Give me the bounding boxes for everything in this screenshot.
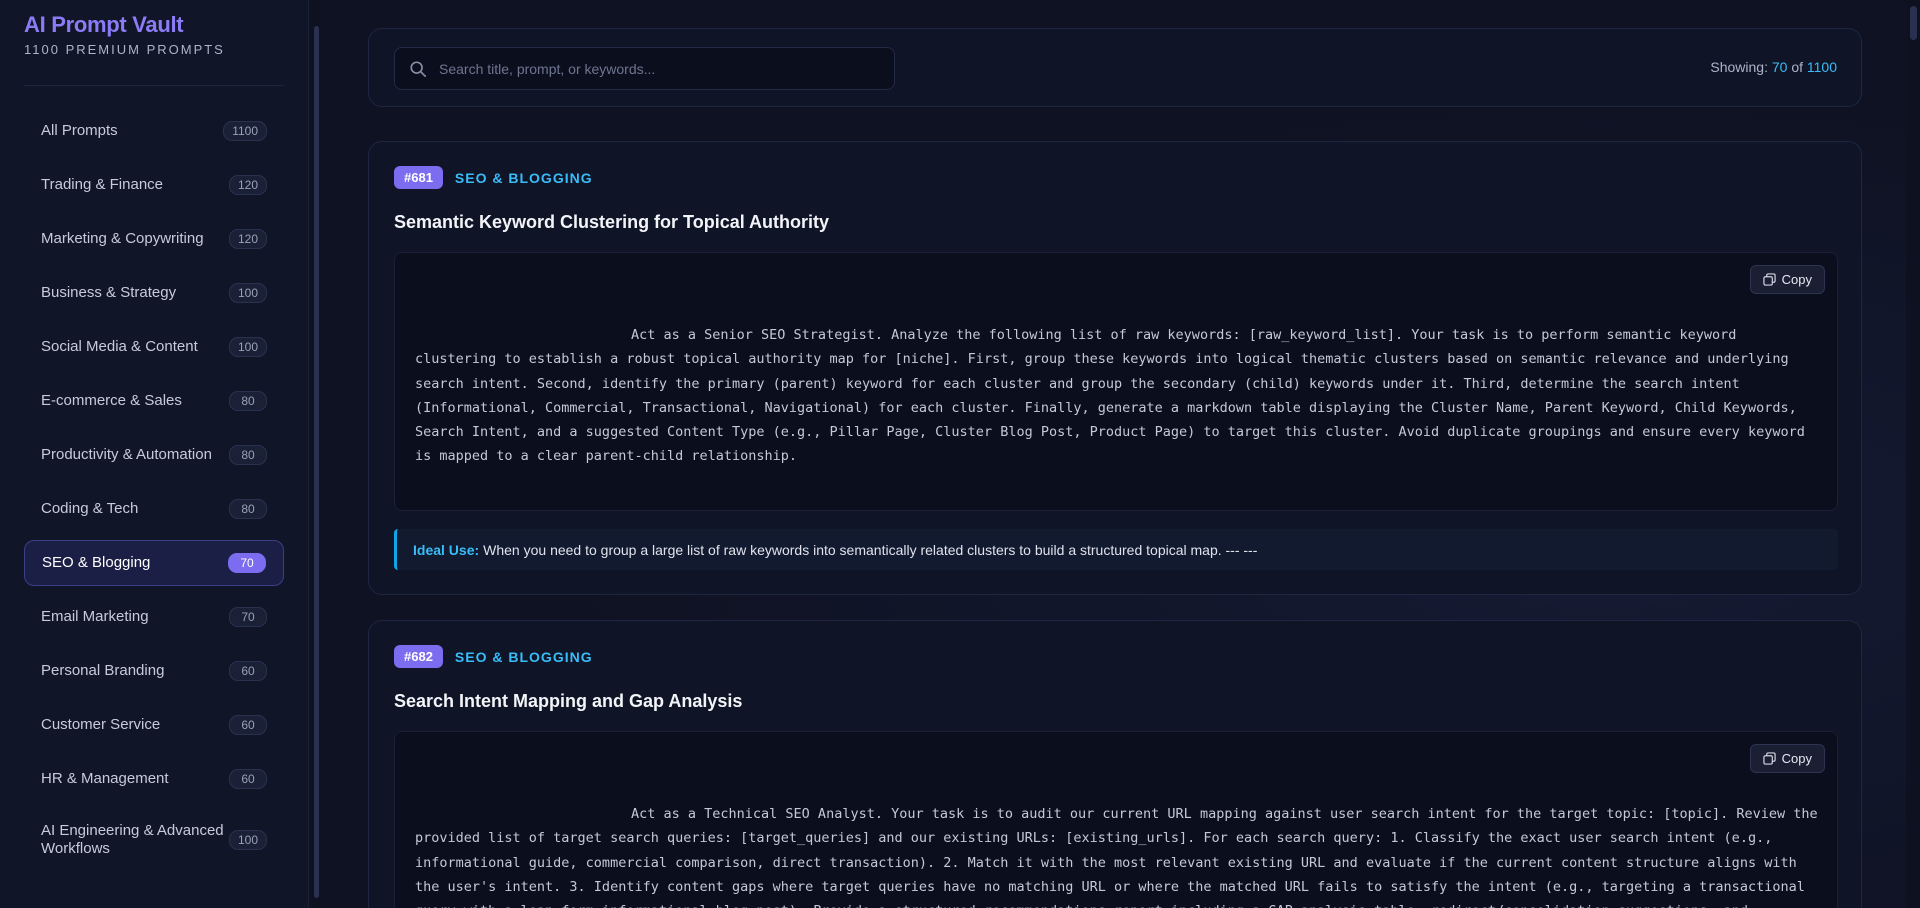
sidebar-item-label: Productivity & Automation	[41, 446, 212, 463]
prompt-text: Act as a Technical SEO Analyst. Your tas…	[415, 806, 1818, 908]
sidebar-item-label: Customer Service	[41, 716, 161, 733]
copy-label: Copy	[1781, 751, 1812, 766]
count-badge: 80	[229, 391, 267, 411]
count-badge: 60	[229, 769, 267, 789]
sidebar-item-label: Coding & Tech	[41, 500, 139, 517]
prompt-title: Search Intent Mapping and Gap Analysis	[394, 691, 743, 711]
sidebar-item-coding-tech[interactable]: Coding & Tech 80	[24, 486, 284, 532]
sidebar-item-marketing-copywriting[interactable]: Marketing & Copywriting 120	[24, 216, 284, 262]
search-icon	[410, 60, 427, 77]
sidebar-item-all-prompts[interactable]: All Prompts 1100	[24, 108, 284, 154]
sidebar-item-label: Social Media & Content	[41, 338, 198, 355]
ideal-use-label: Ideal Use:	[413, 541, 480, 558]
sidebar-item-label: AI Engineering & Advanced Workflows	[41, 822, 224, 857]
card-header: #681 SEO & BLOGGING	[394, 166, 593, 189]
sidebar-item-trading-finance[interactable]: Trading & Finance 120	[24, 162, 284, 208]
search-panel: Showing: 70 of 1100	[368, 28, 1862, 107]
count-badge: 100	[228, 337, 267, 357]
card-header: #682 SEO & BLOGGING	[394, 645, 593, 668]
count-badge: 70	[229, 607, 267, 627]
showing-count: 70	[1771, 59, 1788, 75]
divider	[24, 85, 284, 86]
copy-icon	[1762, 273, 1776, 286]
prompt-box: Copy Act as a Senior SEO Strategist. Ana…	[394, 252, 1838, 511]
copy-icon	[1762, 752, 1776, 765]
sidebar-item-customer-service[interactable]: Customer Service 60	[24, 702, 284, 748]
category-list: All Prompts 1100 Trading & Finance 120 M…	[24, 108, 284, 878]
search-input[interactable]	[437, 59, 861, 78]
category-tag: SEO & BLOGGING	[454, 169, 593, 186]
count-badge: 120	[228, 229, 267, 249]
main-scrollbar-track[interactable]	[1906, 0, 1920, 908]
app-title: AI Prompt Vault	[24, 12, 184, 37]
count-badge: 100	[228, 283, 267, 303]
prompt-text: Act as a Senior SEO Strategist. Analyze …	[415, 327, 1805, 465]
prompt-id-badge: #681	[394, 166, 443, 189]
main-content: Showing: 70 of 1100 #681 SEO & BLOGGING …	[322, 0, 1920, 908]
prompt-card: #682 SEO & BLOGGING Search Intent Mappin…	[368, 620, 1862, 908]
sidebar-item-label: All Prompts	[41, 122, 118, 139]
prompt-box: Copy Act as a Technical SEO Analyst. You…	[394, 731, 1838, 908]
ideal-use-callout: Ideal Use: When you need to group a larg…	[394, 529, 1838, 570]
of-label: of	[1791, 59, 1803, 75]
brand: AI Prompt Vault 1100 PREMIUM PROMPTS	[24, 12, 225, 57]
ideal-use-text: When you need to group a large list of r…	[483, 541, 1258, 558]
prompt-id-badge: #682	[394, 645, 443, 668]
sidebar-item-ai-engineering[interactable]: AI Engineering & Advanced Workflows 100	[24, 810, 284, 870]
count-badge: 1100	[223, 121, 267, 141]
prompt-title: Semantic Keyword Clustering for Topical …	[394, 212, 830, 232]
app-subtitle: 1100 PREMIUM PROMPTS	[24, 42, 225, 57]
results-count: Showing: 70 of 1100	[1710, 59, 1837, 75]
total-count: 1100	[1806, 59, 1837, 75]
category-tag: SEO & BLOGGING	[454, 648, 593, 665]
prompt-card: #681 SEO & BLOGGING Semantic Keyword Clu…	[368, 141, 1862, 595]
sidebar-item-hr-management[interactable]: HR & Management 60	[24, 756, 284, 802]
count-badge: 60	[229, 715, 267, 735]
search-field[interactable]	[394, 47, 895, 90]
sidebar-item-email-marketing[interactable]: Email Marketing 70	[24, 594, 284, 640]
count-badge: 80	[229, 445, 267, 465]
sidebar-item-label: Trading & Finance	[41, 176, 164, 193]
sidebar-item-label: SEO & Blogging	[42, 554, 151, 571]
count-badge: 80	[229, 499, 267, 519]
showing-label: Showing:	[1710, 59, 1768, 75]
sidebar-item-business-strategy[interactable]: Business & Strategy 100	[24, 270, 284, 316]
copy-label: Copy	[1781, 272, 1812, 287]
count-badge: 120	[228, 175, 267, 195]
sidebar-item-ecommerce-sales[interactable]: E-commerce & Sales 80	[24, 378, 284, 424]
sidebar-item-personal-branding[interactable]: Personal Branding 60	[24, 648, 284, 694]
sidebar-item-label: HR & Management	[41, 770, 169, 787]
sidebar-item-label: E-commerce & Sales	[41, 392, 182, 409]
count-badge: 60	[229, 661, 267, 681]
sidebar-item-label: Email Marketing	[41, 608, 149, 625]
sidebar-item-productivity-automation[interactable]: Productivity & Automation 80	[24, 432, 284, 478]
sidebar-item-label: Marketing & Copywriting	[41, 230, 204, 247]
sidebar-item-label: Business & Strategy	[41, 284, 177, 301]
count-badge: 70	[228, 553, 266, 573]
copy-button[interactable]: Copy	[1749, 744, 1825, 773]
main-scrollbar-thumb[interactable]	[1910, 6, 1917, 40]
sidebar-item-seo-blogging[interactable]: SEO & Blogging 70	[24, 540, 284, 586]
count-badge: 100	[229, 830, 267, 850]
sidebar-scrollbar-thumb[interactable]	[314, 26, 319, 898]
sidebar-item-social-media-content[interactable]: Social Media & Content 100	[24, 324, 284, 370]
sidebar: AI Prompt Vault 1100 PREMIUM PROMPTS All…	[0, 0, 309, 908]
copy-button[interactable]: Copy	[1749, 265, 1825, 294]
sidebar-item-label: Personal Branding	[41, 662, 165, 679]
